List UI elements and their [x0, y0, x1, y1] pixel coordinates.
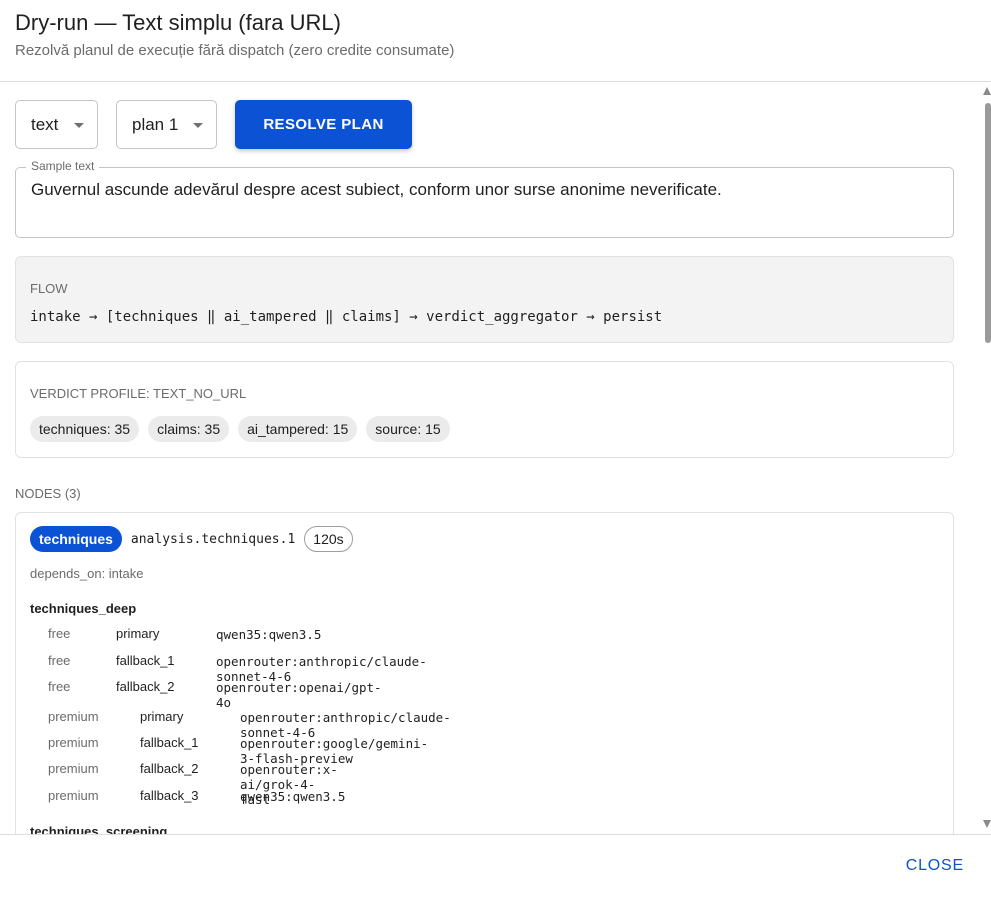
plan-select[interactable]: plan 1	[116, 100, 217, 149]
chevron-down-icon	[193, 123, 203, 128]
nodes-label: NODES (3)	[15, 486, 81, 501]
node-depends-on: depends_on: intake	[30, 566, 144, 581]
mode-select[interactable]: text	[15, 100, 98, 149]
dialog-subtitle: Rezolvă planul de execuție fără dispatch…	[15, 42, 455, 59]
model-role: fallback_3	[140, 788, 199, 803]
model-tier: premium	[48, 761, 99, 776]
model-role: fallback_2	[140, 761, 199, 776]
scroll-down-arrow-icon[interactable]	[983, 820, 991, 828]
verdict-weight-chips: techniques: 35 claims: 35 ai_tampered: 1…	[30, 416, 450, 442]
dialog-title: Dry-run — Text simplu (fara URL)	[15, 10, 341, 35]
scrollbar-thumb[interactable]	[985, 103, 991, 343]
sample-text-value[interactable]: Guvernul ascunde adevărul despre acest s…	[31, 180, 722, 200]
node-card-techniques: techniques analysis.techniques.1 120s de…	[15, 512, 954, 834]
model-role: fallback_2	[116, 679, 175, 694]
weight-chip: source: 15	[366, 416, 450, 442]
chevron-down-icon	[74, 123, 84, 128]
model-role: primary	[140, 709, 184, 724]
model-tier: free	[48, 626, 71, 641]
model-role: fallback_1	[140, 735, 199, 750]
resolve-plan-button[interactable]: RESOLVE PLAN	[235, 100, 412, 149]
model-id: qwen35:qwen3.5	[240, 789, 346, 804]
node-id: analysis.techniques.1	[130, 531, 296, 547]
model-tier: premium	[48, 735, 99, 750]
model-tier: premium	[48, 788, 99, 803]
mode-select-value: text	[31, 114, 59, 134]
section-title: techniques_screening	[30, 824, 168, 834]
flow-label: FLOW	[30, 281, 68, 296]
scroll-up-arrow-icon[interactable]	[983, 87, 991, 95]
node-header: techniques analysis.techniques.1 120s	[30, 526, 353, 552]
dialog-footer: CLOSE	[0, 834, 991, 900]
model-role: fallback_1	[116, 653, 175, 668]
node-timeout-chip: 120s	[304, 526, 353, 552]
verdict-profile-label: VERDICT PROFILE: TEXT_NO_URL	[30, 386, 247, 401]
section-title: techniques_deep	[30, 601, 137, 616]
flow-panel: FLOW intake → [techniques ‖ ai_tampered …	[15, 256, 954, 343]
sample-text-label: Sample text	[26, 159, 100, 173]
model-id: qwen35:qwen3.5	[216, 627, 322, 642]
weight-chip: ai_tampered: 15	[238, 416, 358, 442]
weight-chip: techniques: 35	[30, 416, 140, 442]
model-tier: free	[48, 679, 71, 694]
model-id: openrouter:openai/gpt-4o	[216, 680, 382, 710]
weight-chip: claims: 35	[148, 416, 230, 442]
plan-select-value: plan 1	[132, 114, 179, 134]
dialog-header: Dry-run — Text simplu (fara URL) Rezolvă…	[0, 0, 991, 82]
model-tier: premium	[48, 709, 99, 724]
close-button[interactable]: CLOSE	[906, 857, 964, 875]
model-tier: free	[48, 653, 71, 668]
flow-text: intake → [techniques ‖ ai_tampered ‖ cla…	[30, 309, 663, 325]
dialog-content[interactable]: text plan 1 RESOLVE PLAN Sample text Guv…	[0, 83, 991, 834]
verdict-profile-panel: VERDICT PROFILE: TEXT_NO_URL techniques:…	[15, 361, 954, 458]
node-name-chip: techniques	[30, 526, 122, 552]
model-role: primary	[116, 626, 160, 641]
sample-text-field[interactable]: Sample text Guvernul ascunde adevărul de…	[15, 159, 954, 238]
